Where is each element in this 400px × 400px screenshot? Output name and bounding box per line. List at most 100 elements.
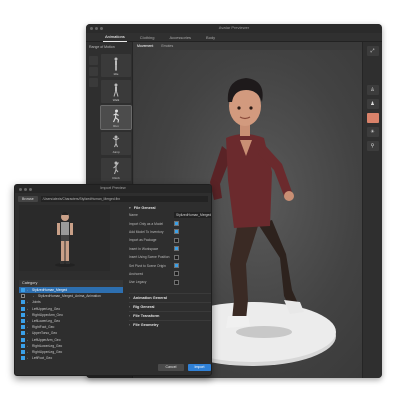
section-title: Rig General <box>133 304 155 309</box>
motion-panel-title: Range of Motion <box>89 45 115 49</box>
chevron-right-icon[interactable]: › <box>27 338 30 342</box>
tree-checkbox[interactable] <box>21 331 25 336</box>
setting-checkbox[interactable] <box>174 229 179 235</box>
avatar-hand <box>284 191 294 201</box>
chevron-right-icon[interactable]: › <box>27 325 30 329</box>
walk-pose-icon <box>113 83 119 97</box>
avatar-eye-left <box>237 106 241 110</box>
chevron-right-icon[interactable]: › <box>27 288 30 292</box>
chevron-right-icon[interactable]: › <box>27 307 30 311</box>
tree-row-label: RightLowerLeg_Geo <box>32 343 63 348</box>
window-title: Avatar Previewer <box>218 25 250 30</box>
tree-row-label: RightFoot_Geo <box>32 325 55 330</box>
avatar-shadow <box>236 326 292 338</box>
avatar-back-leg <box>258 220 300 312</box>
setting-row: Import Only as a Model <box>129 219 211 227</box>
browse-button[interactable]: Browse <box>18 195 38 202</box>
subtab-movement[interactable]: Movement <box>137 44 153 48</box>
tree-checkbox[interactable] <box>21 312 25 317</box>
import-settings-panel: ▾ File General Name StylizedHuman_Merged… <box>129 204 211 329</box>
toolbar-expand-icon[interactable]: ⤢ <box>366 46 379 56</box>
tree-row-label: UpperTorso_Geo <box>32 331 58 336</box>
section-file-geometry[interactable]: › File Geometry <box>129 319 211 329</box>
tree-checkbox[interactable] <box>21 306 25 311</box>
main-tabbar: Animations Clothing Accessories Body <box>86 33 382 42</box>
setting-row: Add Model To Inventory <box>129 228 211 236</box>
chevron-right-icon: › <box>129 322 131 327</box>
motion-subtabs: Movement Emotes <box>134 42 173 50</box>
tree-checkbox[interactable] <box>21 288 25 293</box>
chevron-down-icon: ▾ <box>129 205 131 210</box>
motion-item-jump[interactable]: Jump <box>101 132 131 155</box>
motion-item-label: Jump <box>112 150 120 154</box>
category-header: Category <box>19 280 123 287</box>
tree-checkbox[interactable] <box>21 349 25 354</box>
tree-row-label: RightUpperArm_Geo <box>32 312 63 317</box>
window-titlebar: Avatar Previewer <box>86 24 382 33</box>
tab-animations[interactable]: Animations <box>103 32 127 42</box>
cancel-button[interactable]: Cancel <box>158 364 184 371</box>
tab-accessories[interactable]: Accessories <box>167 33 193 42</box>
color-swatch-button[interactable] <box>366 113 379 123</box>
setting-label: Import Only as a Model <box>129 221 164 226</box>
setting-label: Import as Package <box>129 238 157 243</box>
chevron-right-icon[interactable]: › <box>27 319 30 323</box>
body-front-icon[interactable]: ♙ <box>366 85 379 95</box>
collapsed-sections: › Animation General › Rig General › File Tr… <box>129 292 211 329</box>
section-file-general[interactable]: ▾ File General <box>129 204 211 211</box>
section-rig-general[interactable]: › Rig General <box>129 301 211 311</box>
motion-item-idle[interactable]: Idle <box>101 54 131 77</box>
motion-item-run[interactable]: Run <box>100 105 132 130</box>
run-pose-icon <box>112 109 120 123</box>
lighting-icon[interactable]: ☀ <box>366 127 379 137</box>
idle-pose-icon <box>114 57 118 71</box>
setting-options: Import Only as a Model Add Model To Inven… <box>129 219 211 286</box>
dialog-titlebar: Import Preview <box>15 185 211 193</box>
setting-checkbox[interactable] <box>174 263 179 269</box>
tab-clothing[interactable]: Clothing <box>138 33 157 42</box>
motion-item-walk[interactable]: Walk <box>101 80 131 103</box>
setting-checkbox[interactable] <box>174 237 179 243</box>
chevron-right-icon: › <box>129 313 131 318</box>
setting-checkbox[interactable] <box>174 254 179 260</box>
motion-category-strip[interactable] <box>89 56 98 89</box>
pose-icon[interactable]: ⚲ <box>366 141 379 151</box>
tree-checkbox[interactable] <box>21 325 25 330</box>
name-input[interactable]: StylizedHuman_Merged <box>174 212 211 219</box>
setting-row: Set Pivot to Scene Origin <box>129 261 211 269</box>
tree-checkbox[interactable] <box>21 343 25 348</box>
motion-item-climb[interactable]: Climb <box>101 158 131 181</box>
body-side-icon[interactable]: ♟ <box>366 99 379 109</box>
tree-checkbox[interactable] <box>21 294 25 299</box>
chevron-right-icon[interactable]: › <box>27 300 30 304</box>
chevron-right-icon[interactable]: › <box>33 294 36 298</box>
tab-body[interactable]: Body <box>204 33 217 42</box>
tree-row-label: Joints <box>32 300 41 305</box>
tree-checkbox[interactable] <box>21 319 25 324</box>
section-animation-general[interactable]: › Animation General <box>129 292 211 302</box>
chevron-right-icon[interactable]: › <box>27 344 30 348</box>
file-path-field[interactable]: /Users/alexis/Characters/StylizedHuman_M… <box>40 195 208 202</box>
subtab-emotes[interactable]: Emotes <box>161 44 173 48</box>
setting-label: Insert In Workspace <box>129 246 159 251</box>
chevron-right-icon[interactable]: › <box>27 313 30 317</box>
setting-row: Use Legacy <box>129 278 211 286</box>
setting-label: Set Pivot to Scene Origin <box>129 263 166 268</box>
setting-checkbox[interactable] <box>174 246 179 252</box>
setting-label: Name <box>129 213 138 218</box>
model-preview[interactable] <box>19 205 110 271</box>
climb-pose-icon <box>113 161 119 175</box>
setting-checkbox[interactable] <box>174 221 179 227</box>
avatar-front-shoe <box>226 316 250 328</box>
tree-checkbox[interactable] <box>21 300 25 305</box>
tree-row-label: LeftUpperArm_Geo <box>32 337 61 342</box>
import-button[interactable]: Import <box>188 364 211 371</box>
setting-label: Use Legacy <box>129 280 147 285</box>
import-preview-dialog: Import Preview Browse /Users/alexis/Char… <box>14 184 212 376</box>
setting-checkbox[interactable] <box>174 271 179 277</box>
setting-checkbox[interactable] <box>174 279 179 285</box>
tree-checkbox[interactable] <box>21 337 25 342</box>
section-file-transform[interactable]: › File Transform <box>129 310 211 320</box>
chevron-right-icon[interactable]: › <box>27 331 30 335</box>
chevron-right-icon[interactable]: › <box>27 350 30 354</box>
